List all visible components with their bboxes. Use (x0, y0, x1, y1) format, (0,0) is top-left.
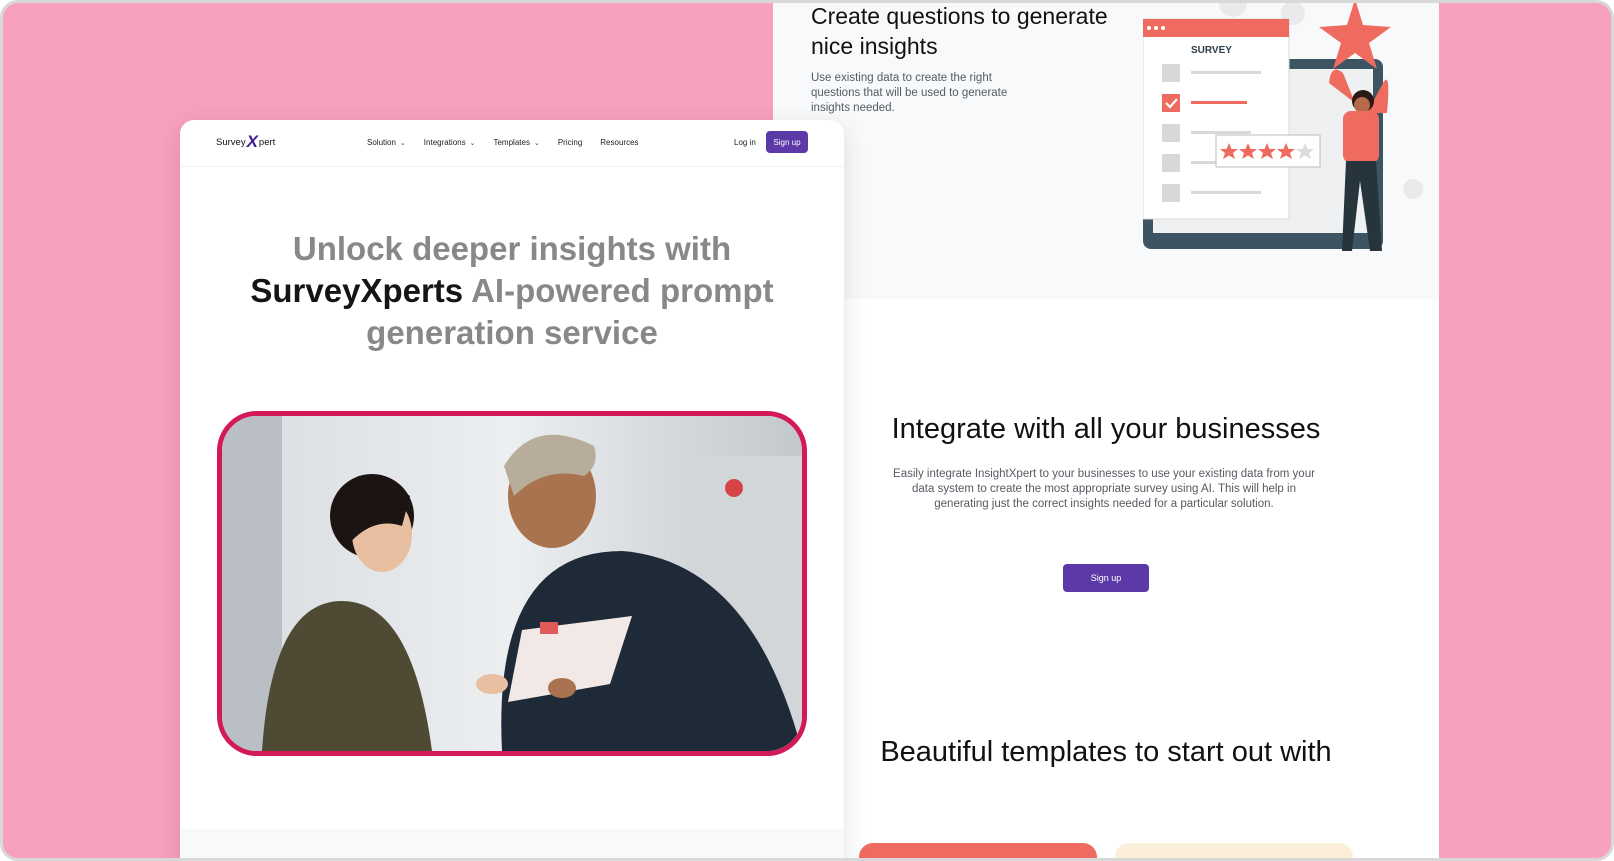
feature-title: Create questions to generate nice insigh… (811, 3, 1108, 59)
hero-headline: Unlock deeper insights with SurveyXperts… (180, 228, 844, 354)
hero-photo (217, 411, 807, 756)
nav-item-templates[interactable]: Templates ⌄ (493, 138, 539, 147)
logo-text-survey: Survey (216, 136, 246, 148)
hero-brand-name: SurveyXperts (250, 272, 464, 309)
hero-line-2: AI-powered prompt (463, 272, 774, 309)
chevron-down-icon: ⌄ (399, 139, 406, 147)
templates-title: Beautiful templates to start out with (880, 736, 1332, 768)
login-link[interactable]: Log in (734, 138, 756, 147)
integrate-description: Easily integrate InsightXpert to your bu… (893, 468, 1315, 510)
surveyxpert-logo[interactable]: Survey X pert (216, 132, 275, 152)
survey-illustration: SURVEY (1142, 3, 1439, 255)
chevron-down-icon: ⌄ (469, 139, 476, 147)
nav-item-label: Integrations (423, 138, 466, 147)
nav-item-label: Solution (367, 138, 396, 147)
nav-item-integrations[interactable]: Integrations ⌄ (424, 138, 476, 147)
integrate-signup-button[interactable]: Sign up (1063, 564, 1149, 592)
survey-label: SURVEY (1191, 45, 1232, 56)
presentation-canvas: Create questions to generate nice insigh… (0, 0, 1614, 861)
nav-item-resources[interactable]: Resources (600, 138, 638, 147)
template-card[interactable] (859, 843, 1097, 858)
top-navbar: Survey X pert Solution ⌄ Integrations ⌄ … (180, 120, 844, 167)
feature-description: Use existing data to create the right qu… (811, 72, 1008, 114)
nav-item-solution[interactable]: Solution ⌄ (367, 138, 406, 147)
logo-text-pert: pert (258, 136, 276, 148)
hero-line-1: Unlock deeper insights with (292, 230, 732, 267)
signup-button[interactable]: Sign up (766, 131, 808, 153)
nav-item-label: Resources (600, 138, 639, 147)
template-card[interactable] (1115, 843, 1353, 858)
nav-item-label: Pricing (557, 138, 583, 147)
nav-item-label: Templates (493, 138, 530, 147)
feature-section: Create questions to generate nice insigh… (773, 3, 1439, 299)
nav-links: Solution ⌄ Integrations ⌄ Templates ⌄ Pr… (367, 138, 639, 147)
landing-page: Survey X pert Solution ⌄ Integrations ⌄ … (180, 120, 844, 858)
logo-x-mark: X (246, 132, 258, 151)
hero-line-3: generation service (366, 314, 658, 351)
next-section-band (180, 829, 844, 858)
nav-item-pricing[interactable]: Pricing (558, 138, 582, 147)
chevron-down-icon: ⌄ (533, 139, 540, 147)
integrate-title: Integrate with all your businesses (891, 413, 1321, 445)
landing-page-continued: Create questions to generate nice insigh… (773, 3, 1439, 858)
